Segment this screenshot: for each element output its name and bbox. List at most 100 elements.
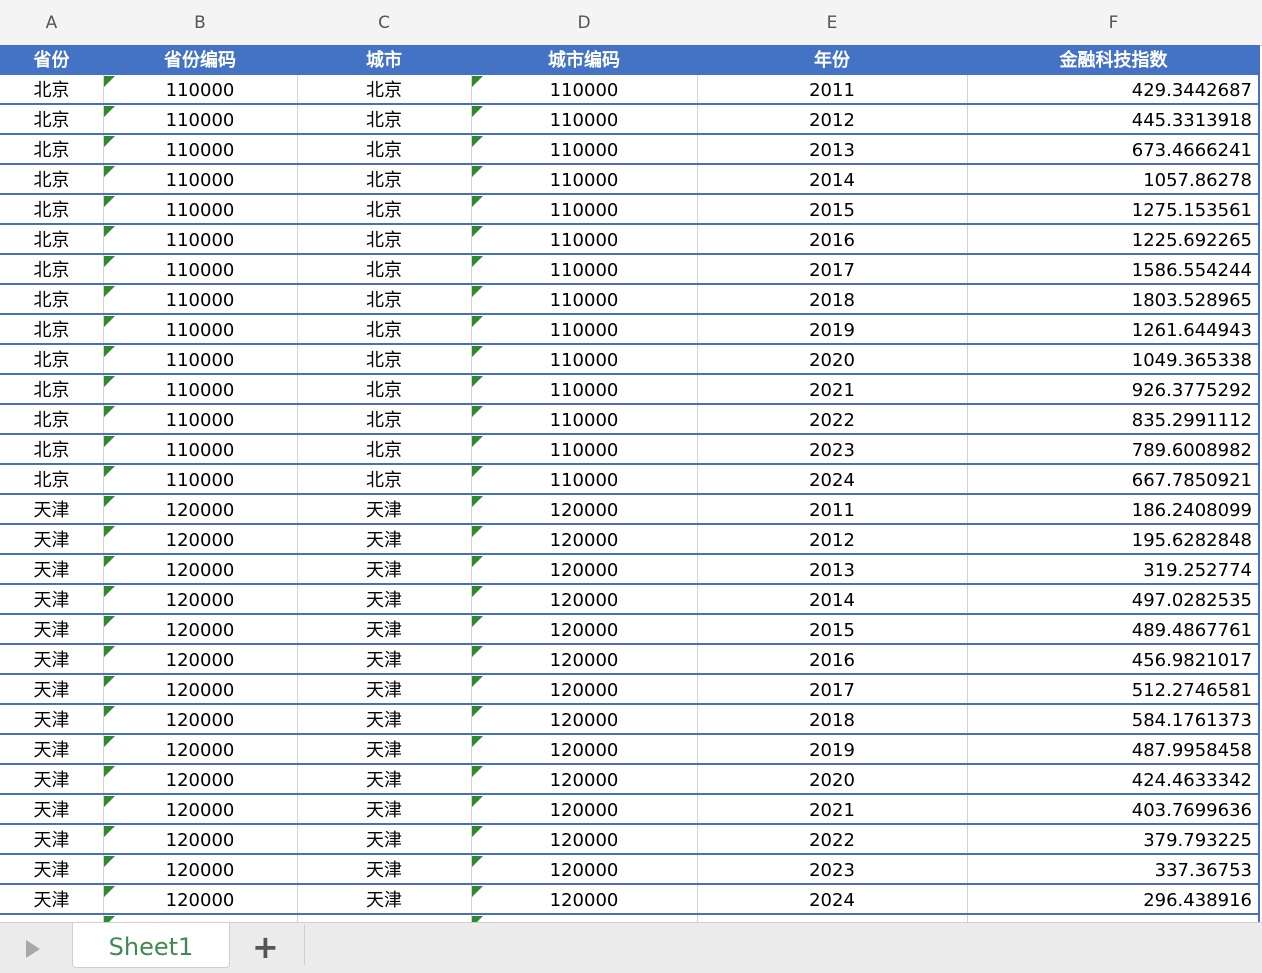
table-row[interactable]: 天津 120000 天津 120000 2013 319.252774 xyxy=(0,555,1260,585)
table-row[interactable]: 天津 120000 天津 120000 2020 424.4633342 xyxy=(0,765,1260,795)
add-sheet-button[interactable]: + xyxy=(252,929,279,965)
cell[interactable]: 天津 xyxy=(0,585,103,615)
cell[interactable]: 110000 xyxy=(103,345,297,375)
cell[interactable]: 北京 xyxy=(0,135,103,165)
header-cell[interactable]: 省份编码 xyxy=(103,45,297,75)
cell[interactable]: 北京 xyxy=(0,285,103,315)
cell[interactable]: 天津 xyxy=(0,795,103,825)
cell[interactable]: 2020 xyxy=(697,765,967,795)
cell[interactable]: 120000 xyxy=(471,525,697,555)
cell[interactable]: 北京 xyxy=(0,225,103,255)
cell[interactable]: 337.36753 xyxy=(967,855,1260,885)
cell[interactable]: 北京 xyxy=(297,225,471,255)
cell[interactable]: 天津 xyxy=(0,735,103,765)
cell[interactable]: 北京 xyxy=(0,465,103,495)
cell[interactable]: 120000 xyxy=(471,765,697,795)
cell[interactable]: 北京 xyxy=(0,255,103,285)
header-cell[interactable]: 城市编码 xyxy=(471,45,697,75)
cell[interactable]: 110000 xyxy=(103,165,297,195)
cell[interactable]: 120000 xyxy=(471,885,697,915)
cell[interactable]: 2016 xyxy=(697,645,967,675)
cell[interactable]: 天津 xyxy=(297,795,471,825)
column-header-c[interactable]: C xyxy=(297,0,471,45)
cell[interactable]: 110000 xyxy=(103,375,297,405)
cell[interactable]: 110000 xyxy=(471,465,697,495)
cell[interactable]: 120000 xyxy=(103,675,297,705)
cell[interactable]: 北京 xyxy=(297,435,471,465)
cell[interactable]: 110000 xyxy=(103,225,297,255)
cell[interactable]: 120000 xyxy=(103,555,297,585)
cell[interactable]: 110000 xyxy=(471,405,697,435)
cell[interactable]: 北京 xyxy=(297,285,471,315)
cell[interactable]: 2017 xyxy=(697,255,967,285)
cell[interactable]: 北京 xyxy=(297,75,471,105)
cell[interactable]: 110000 xyxy=(471,345,697,375)
cell[interactable]: 2019 xyxy=(697,315,967,345)
cell[interactable]: 120000 xyxy=(103,615,297,645)
cell[interactable]: 2012 xyxy=(697,525,967,555)
cell[interactable]: 110000 xyxy=(471,75,697,105)
cell[interactable]: 天津 xyxy=(297,825,471,855)
cell[interactable]: 2023 xyxy=(697,855,967,885)
cell[interactable]: 1057.86278 xyxy=(967,165,1260,195)
cell[interactable]: 487.9958458 xyxy=(967,735,1260,765)
cell[interactable]: 2018 xyxy=(697,285,967,315)
cell[interactable]: 319.252774 xyxy=(967,555,1260,585)
cell[interactable]: 2020 xyxy=(697,345,967,375)
cell[interactable]: 110000 xyxy=(471,435,697,465)
table-row[interactable]: 北京 110000 北京 110000 2012 445.3313918 xyxy=(0,105,1260,135)
cell[interactable]: 2021 xyxy=(697,375,967,405)
cell[interactable]: 1049.365338 xyxy=(967,345,1260,375)
cell[interactable]: 1261.644943 xyxy=(967,315,1260,345)
cell[interactable]: 110000 xyxy=(471,165,697,195)
table-row[interactable]: 天津 120000 天津 120000 2018 584.1761373 xyxy=(0,705,1260,735)
table-row[interactable]: 北京 110000 北京 110000 2014 1057.86278 xyxy=(0,165,1260,195)
cell[interactable]: 110000 xyxy=(103,195,297,225)
cell[interactable]: 296.438916 xyxy=(967,885,1260,915)
cell[interactable]: 120000 xyxy=(471,795,697,825)
cell[interactable]: 1803.528965 xyxy=(967,285,1260,315)
header-cell[interactable]: 省份 xyxy=(0,45,103,75)
cell[interactable]: 110000 xyxy=(103,285,297,315)
cell[interactable]: 403.7699636 xyxy=(967,795,1260,825)
header-cell[interactable]: 年份 xyxy=(697,45,967,75)
cell[interactable]: 天津 xyxy=(297,765,471,795)
cell[interactable]: 120000 xyxy=(471,645,697,675)
cell[interactable]: 120000 xyxy=(103,525,297,555)
cell[interactable]: 天津 xyxy=(297,855,471,885)
cell[interactable]: 2024 xyxy=(697,885,967,915)
table-row[interactable]: 北京 110000 北京 110000 2018 1803.528965 xyxy=(0,285,1260,315)
cell[interactable]: 110000 xyxy=(103,255,297,285)
cell[interactable]: 天津 xyxy=(0,825,103,855)
cell[interactable] xyxy=(103,915,297,922)
cell[interactable]: 2018 xyxy=(697,705,967,735)
cell[interactable]: 天津 xyxy=(297,645,471,675)
cell[interactable]: 2013 xyxy=(697,135,967,165)
table-row[interactable]: 北京 110000 北京 110000 2015 1275.153561 xyxy=(0,195,1260,225)
cell[interactable]: 120000 xyxy=(103,795,297,825)
cell[interactable]: 天津 xyxy=(0,705,103,735)
cell[interactable]: 2015 xyxy=(697,195,967,225)
cell[interactable]: 1225.692265 xyxy=(967,225,1260,255)
table-row[interactable]: 天津 120000 天津 120000 2011 186.2408099 xyxy=(0,495,1260,525)
cell[interactable]: 110000 xyxy=(471,285,697,315)
spreadsheet-grid[interactable]: ABCDEF 省份 省份编码 城市 城市编码 年份 金融科技指数 北京 110000 北京 11… xyxy=(0,0,1262,922)
cell[interactable]: 110000 xyxy=(471,195,697,225)
cell[interactable]: 110000 xyxy=(471,135,697,165)
cell[interactable]: 天津 xyxy=(0,525,103,555)
cell[interactable]: 120000 xyxy=(103,765,297,795)
cell[interactable]: 120000 xyxy=(103,705,297,735)
cell[interactable]: 512.2746581 xyxy=(967,675,1260,705)
table-row[interactable]: 北京 110000 北京 110000 2013 673.4666241 xyxy=(0,135,1260,165)
table-row[interactable]: 北京 110000 北京 110000 2024 667.7850921 xyxy=(0,465,1260,495)
cell[interactable]: 天津 xyxy=(297,675,471,705)
cell[interactable]: 北京 xyxy=(0,345,103,375)
cell[interactable]: 110000 xyxy=(103,435,297,465)
cell[interactable]: 天津 xyxy=(0,765,103,795)
cell[interactable]: 497.0282535 xyxy=(967,585,1260,615)
cell[interactable]: 456.9821017 xyxy=(967,645,1260,675)
cell[interactable]: 120000 xyxy=(471,495,697,525)
column-header-e[interactable]: E xyxy=(697,0,967,45)
cell[interactable]: 2021 xyxy=(697,795,967,825)
cell[interactable]: 北京 xyxy=(0,105,103,135)
